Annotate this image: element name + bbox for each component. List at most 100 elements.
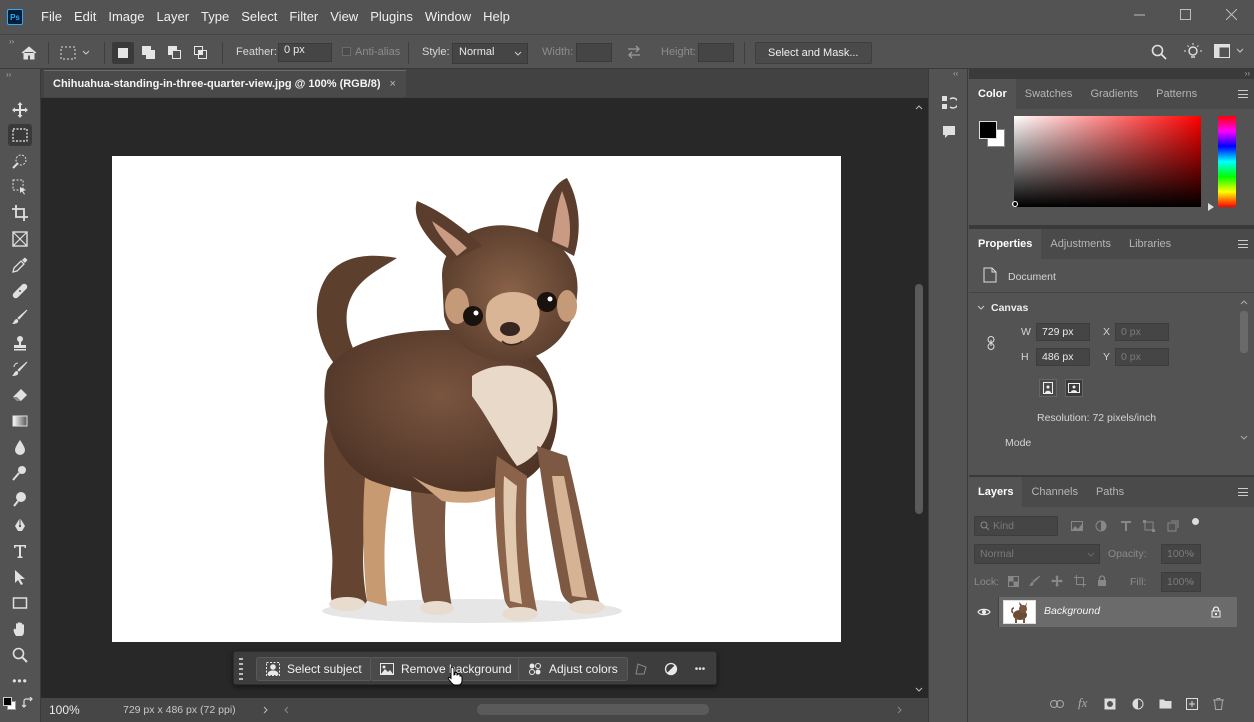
collapse-panels-icon[interactable]: ›› xyxy=(1245,69,1250,78)
crop-tool[interactable] xyxy=(8,202,32,224)
portrait-orientation-button[interactable] xyxy=(1039,379,1057,397)
style-select[interactable]: Normal xyxy=(452,43,528,64)
home-button[interactable] xyxy=(18,42,40,64)
canvas-x-input[interactable]: 0 px xyxy=(1115,323,1169,341)
eraser-tool[interactable] xyxy=(8,384,32,406)
vertical-scrollbar[interactable] xyxy=(910,98,928,698)
blend-mode-select[interactable]: Normal xyxy=(974,544,1100,564)
select-and-mask-button[interactable]: Select and Mask... xyxy=(755,42,872,64)
tab-layers[interactable]: Layers xyxy=(969,477,1023,507)
expand-toolbar-icon[interactable]: ›› xyxy=(6,70,11,79)
minimize-button[interactable] xyxy=(1116,0,1162,28)
hand-tool[interactable] xyxy=(8,618,32,640)
menu-view[interactable]: View xyxy=(324,0,364,34)
menu-window[interactable]: Window xyxy=(419,0,477,34)
landscape-orientation-button[interactable] xyxy=(1065,379,1083,397)
lock-transparent-icon[interactable] xyxy=(1008,576,1019,587)
vertical-scroll-thumb[interactable] xyxy=(915,284,923,514)
frame-tool[interactable] xyxy=(8,228,32,250)
opacity-input[interactable]: 100% xyxy=(1161,544,1201,564)
zoom-tool[interactable] xyxy=(8,644,32,666)
menu-type[interactable]: Type xyxy=(195,0,235,34)
dodge-tool[interactable] xyxy=(8,462,32,484)
chevron-down-icon[interactable] xyxy=(1187,580,1195,586)
clone-stamp-tool[interactable] xyxy=(8,332,32,354)
path-selection-tool[interactable] xyxy=(8,566,32,588)
width-input[interactable] xyxy=(576,43,612,62)
tab-adjustments[interactable]: Adjustments xyxy=(1041,229,1120,259)
zoom-level[interactable]: 100% xyxy=(45,700,95,720)
rectangular-marquee-tool[interactable] xyxy=(8,124,32,146)
tab-libraries[interactable]: Libraries xyxy=(1120,229,1180,259)
menu-select[interactable]: Select xyxy=(235,0,283,34)
new-adjustment-icon[interactable] xyxy=(1132,698,1144,710)
type-filter-icon[interactable] xyxy=(1120,520,1132,532)
history-brush-tool[interactable] xyxy=(8,358,32,380)
lock-all-icon[interactable] xyxy=(1097,575,1107,587)
healing-brush-tool[interactable] xyxy=(8,280,32,302)
pixel-filter-icon[interactable] xyxy=(1071,521,1083,531)
panel-menu-icon[interactable] xyxy=(1238,488,1248,496)
eye-icon[interactable] xyxy=(977,607,991,617)
menu-filter[interactable]: Filter xyxy=(283,0,324,34)
edit-toolbar-button[interactable]: ••• xyxy=(8,670,32,692)
object-selection-tool[interactable] xyxy=(8,150,32,172)
burn-tool[interactable] xyxy=(8,488,32,510)
tab-color[interactable]: Color xyxy=(969,79,1016,109)
create-mask-button[interactable] xyxy=(662,660,680,678)
tab-gradients[interactable]: Gradients xyxy=(1081,79,1147,109)
add-selection-button[interactable] xyxy=(138,42,160,64)
lock-move-icon[interactable] xyxy=(1051,575,1063,587)
canvas-y-input[interactable]: 0 px xyxy=(1115,348,1169,366)
maximize-button[interactable] xyxy=(1162,0,1208,28)
lock-artboard-icon[interactable] xyxy=(1074,575,1086,587)
subtract-selection-button[interactable] xyxy=(164,42,186,64)
workspace-switcher[interactable] xyxy=(1214,44,1244,58)
lock-icon[interactable] xyxy=(1211,606,1221,618)
menu-layer[interactable]: Layer xyxy=(151,0,196,34)
lock-brush-icon[interactable] xyxy=(1029,575,1041,587)
chevron-right-icon[interactable] xyxy=(263,706,269,714)
hue-slider[interactable] xyxy=(1218,116,1236,207)
add-mask-icon[interactable] xyxy=(1104,698,1116,710)
move-tool[interactable] xyxy=(8,99,32,121)
brush-tool[interactable] xyxy=(8,306,32,328)
color-field[interactable] xyxy=(1014,116,1201,207)
canvas-height-input[interactable]: 486 px xyxy=(1036,348,1090,366)
transform-selection-button[interactable] xyxy=(632,660,650,678)
close-document-icon[interactable]: × xyxy=(390,78,396,90)
document-tab[interactable]: Chihuahua-standing-in-three-quarter-view… xyxy=(44,70,406,97)
canvas-width-input[interactable]: 729 px xyxy=(1036,323,1090,341)
hue-slider-handle[interactable] xyxy=(1208,203,1214,211)
pen-tool[interactable] xyxy=(8,514,32,536)
adjustment-filter-icon[interactable] xyxy=(1095,520,1107,532)
new-group-icon[interactable] xyxy=(1159,698,1172,709)
collapse-dock-icon[interactable]: ‹‹ xyxy=(953,69,958,78)
chevron-down-icon[interactable] xyxy=(977,305,985,311)
tab-patterns[interactable]: Patterns xyxy=(1147,79,1206,109)
tab-paths[interactable]: Paths xyxy=(1087,477,1133,507)
tab-swatches[interactable]: Swatches xyxy=(1016,79,1082,109)
scroll-left-icon[interactable] xyxy=(283,706,289,714)
adjust-colors-button[interactable]: Adjust colors xyxy=(518,657,628,681)
eyedropper-tool[interactable] xyxy=(8,254,32,276)
delete-layer-icon[interactable] xyxy=(1213,698,1224,710)
new-layer-icon[interactable] xyxy=(1186,698,1198,710)
menu-edit[interactable]: Edit xyxy=(68,0,102,34)
gradient-tool[interactable] xyxy=(8,410,32,432)
document-canvas[interactable] xyxy=(112,156,841,642)
new-selection-button[interactable] xyxy=(112,42,134,64)
menu-plugins[interactable]: Plugins xyxy=(364,0,419,34)
crop-select-tool[interactable] xyxy=(8,176,32,198)
drag-handle-icon[interactable] xyxy=(239,658,245,680)
tab-channels[interactable]: Channels xyxy=(1022,477,1086,507)
shape-filter-icon[interactable] xyxy=(1143,520,1155,532)
swap-colors-button[interactable] xyxy=(21,696,34,712)
feather-input[interactable]: 0 px xyxy=(278,43,332,62)
rectangle-tool[interactable] xyxy=(8,592,32,614)
search-button[interactable] xyxy=(1151,44,1167,63)
fx-icon[interactable]: fx xyxy=(1078,695,1087,711)
select-subject-button[interactable]: Select subject xyxy=(256,657,372,681)
intersect-selection-button[interactable] xyxy=(190,42,212,64)
type-tool[interactable] xyxy=(8,540,32,562)
